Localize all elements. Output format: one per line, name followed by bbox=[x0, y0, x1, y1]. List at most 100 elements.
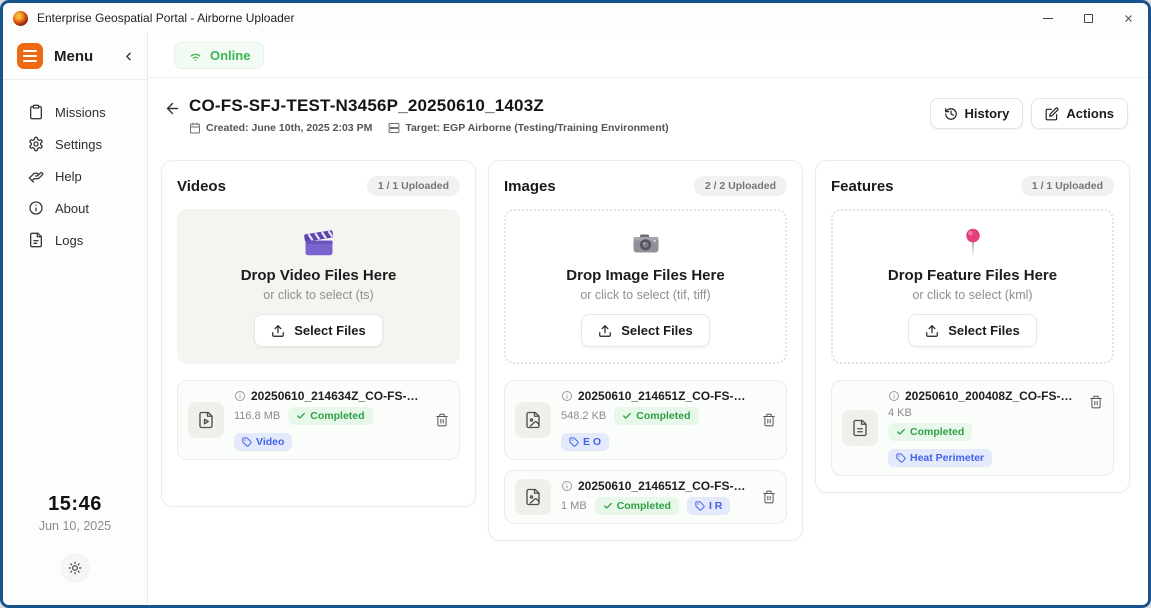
close-button[interactable] bbox=[1108, 3, 1148, 33]
select-files-label: Select Files bbox=[294, 323, 366, 338]
wifi-icon bbox=[188, 48, 203, 63]
upload-count-badge: 1 / 1 Uploaded bbox=[1021, 176, 1114, 196]
document-icon bbox=[28, 232, 44, 248]
select-files-button[interactable]: Select Files bbox=[908, 314, 1037, 347]
back-button[interactable] bbox=[164, 100, 181, 117]
file-info-icon[interactable] bbox=[561, 480, 573, 492]
tag-badge: I R bbox=[687, 497, 730, 515]
tag-icon bbox=[242, 437, 252, 447]
dropzone-title: Drop Image Files Here bbox=[566, 267, 724, 284]
info-icon bbox=[28, 200, 44, 216]
image-dropzone[interactable]: Drop Image Files Here or click to select… bbox=[504, 209, 787, 364]
check-icon bbox=[896, 427, 906, 437]
images-card: Images 2 / 2 Uploaded Drop Image Files H… bbox=[488, 160, 803, 541]
dropzone-subtitle: or click to select (tif, tiff) bbox=[580, 288, 710, 302]
sidebar-collapse-button[interactable] bbox=[122, 50, 135, 63]
hamburger-icon bbox=[23, 50, 37, 52]
online-status-badge: Online bbox=[174, 42, 264, 69]
status-badge: Completed bbox=[595, 497, 679, 515]
file-row: 20250610_214651Z_CO-FS-SFJ-TE... 548.2 K… bbox=[504, 380, 787, 460]
clipboard-icon bbox=[28, 104, 44, 120]
dropzone-subtitle: or click to select (kml) bbox=[912, 288, 1032, 302]
delete-file-button[interactable] bbox=[435, 413, 449, 427]
sidebar-nav: Missions Settings Help About Logs bbox=[3, 80, 147, 493]
file-row: 20250610_214634Z_CO-FS-SFJ-T... 116.8 MB… bbox=[177, 380, 460, 460]
image-file-list: 20250610_214651Z_CO-FS-SFJ-TE... 548.2 K… bbox=[504, 380, 787, 524]
file-size: 116.8 MB bbox=[234, 410, 280, 422]
target-text: Target: EGP Airborne (Testing/Training E… bbox=[405, 122, 668, 134]
online-label: Online bbox=[210, 48, 250, 63]
maximize-button[interactable] bbox=[1068, 3, 1108, 33]
select-files-button[interactable]: Select Files bbox=[581, 314, 710, 347]
status-badge: Completed bbox=[288, 407, 372, 425]
close-icon bbox=[1123, 13, 1134, 24]
sidebar-item-missions[interactable]: Missions bbox=[3, 96, 147, 128]
chevron-left-icon bbox=[122, 50, 135, 63]
file-size: 1 MB bbox=[561, 500, 587, 512]
delete-file-button[interactable] bbox=[762, 490, 776, 504]
select-files-label: Select Files bbox=[621, 323, 693, 338]
tag-badge: Heat Perimeter bbox=[888, 449, 992, 467]
document-file-icon bbox=[842, 410, 878, 446]
edit-icon bbox=[1045, 107, 1059, 121]
sidebar-item-help[interactable]: Help bbox=[3, 160, 147, 192]
page-header: CO-FS-SFJ-TEST-N3456P_20250610_1403Z Cre… bbox=[148, 78, 1148, 134]
tag-badge: E O bbox=[561, 433, 609, 451]
target-meta: Target: EGP Airborne (Testing/Training E… bbox=[388, 122, 668, 134]
sidebar-item-logs[interactable]: Logs bbox=[3, 224, 147, 256]
feature-file-list: 20250610_200408Z_CO-FS-SFJ-T... 4 KB Com… bbox=[831, 380, 1114, 476]
actions-button[interactable]: Actions bbox=[1031, 98, 1128, 129]
history-icon bbox=[944, 107, 958, 121]
clapperboard-icon bbox=[301, 226, 337, 262]
titlebar: Enterprise Geospatial Portal - Airborne … bbox=[3, 3, 1148, 33]
trash-icon bbox=[762, 413, 776, 427]
maximize-icon bbox=[1084, 14, 1093, 23]
tag-icon bbox=[896, 453, 906, 463]
upload-icon bbox=[598, 324, 612, 338]
sidebar-item-label: Missions bbox=[55, 105, 106, 120]
minimize-icon bbox=[1043, 18, 1053, 19]
trash-icon bbox=[762, 490, 776, 504]
video-dropzone[interactable]: Drop Video Files Here or click to select… bbox=[177, 209, 460, 364]
menu-button[interactable] bbox=[17, 43, 43, 69]
upload-icon bbox=[925, 324, 939, 338]
file-row: 20250610_200408Z_CO-FS-SFJ-T... 4 KB Com… bbox=[831, 380, 1114, 476]
tag-icon bbox=[695, 501, 705, 511]
camera-icon bbox=[630, 226, 662, 262]
videos-card: Videos 1 / 1 Uploaded Drop Video Files H… bbox=[161, 160, 476, 507]
file-row: 20250610_214651Z_CO-FS-SFJ-TE... 1 MB Co… bbox=[504, 470, 787, 524]
window-title: Enterprise Geospatial Portal - Airborne … bbox=[37, 11, 294, 25]
check-icon bbox=[603, 501, 613, 511]
trash-icon bbox=[435, 413, 449, 427]
minimize-button[interactable] bbox=[1028, 3, 1068, 33]
card-title: Images bbox=[504, 178, 556, 195]
delete-file-button[interactable] bbox=[762, 413, 776, 427]
tag-badge: Video bbox=[234, 433, 292, 451]
main-content: Online CO-FS-SFJ-TEST-N3456P_20250610_14… bbox=[148, 33, 1148, 605]
file-info-icon[interactable] bbox=[234, 390, 246, 402]
feature-dropzone[interactable]: Drop Feature Files Here or click to sele… bbox=[831, 209, 1114, 364]
delete-file-button[interactable] bbox=[1089, 395, 1103, 409]
clock-time: 15:46 bbox=[3, 493, 147, 516]
video-file-icon bbox=[188, 402, 224, 438]
select-files-button[interactable]: Select Files bbox=[254, 314, 383, 347]
actions-label: Actions bbox=[1066, 106, 1114, 121]
dropzone-title: Drop Video Files Here bbox=[241, 267, 397, 284]
pushpin-icon bbox=[956, 226, 990, 262]
trash-icon bbox=[1089, 395, 1103, 409]
file-name: 20250610_200408Z_CO-FS-SFJ-T... bbox=[905, 389, 1079, 403]
sidebar-header: Menu bbox=[3, 33, 147, 80]
theme-toggle-button[interactable] bbox=[60, 553, 90, 583]
status-badge: Completed bbox=[614, 407, 698, 425]
status-badge: Completed bbox=[888, 423, 972, 441]
file-info-icon[interactable] bbox=[561, 390, 573, 402]
file-name: 20250610_214651Z_CO-FS-SFJ-TE... bbox=[578, 479, 752, 493]
sidebar-item-label: About bbox=[55, 201, 89, 216]
history-button[interactable]: History bbox=[930, 98, 1024, 129]
upload-count-badge: 1 / 1 Uploaded bbox=[367, 176, 460, 196]
sidebar-item-settings[interactable]: Settings bbox=[3, 128, 147, 160]
check-icon bbox=[622, 411, 632, 421]
history-label: History bbox=[965, 106, 1010, 121]
sidebar-item-about[interactable]: About bbox=[3, 192, 147, 224]
file-info-icon[interactable] bbox=[888, 390, 900, 402]
